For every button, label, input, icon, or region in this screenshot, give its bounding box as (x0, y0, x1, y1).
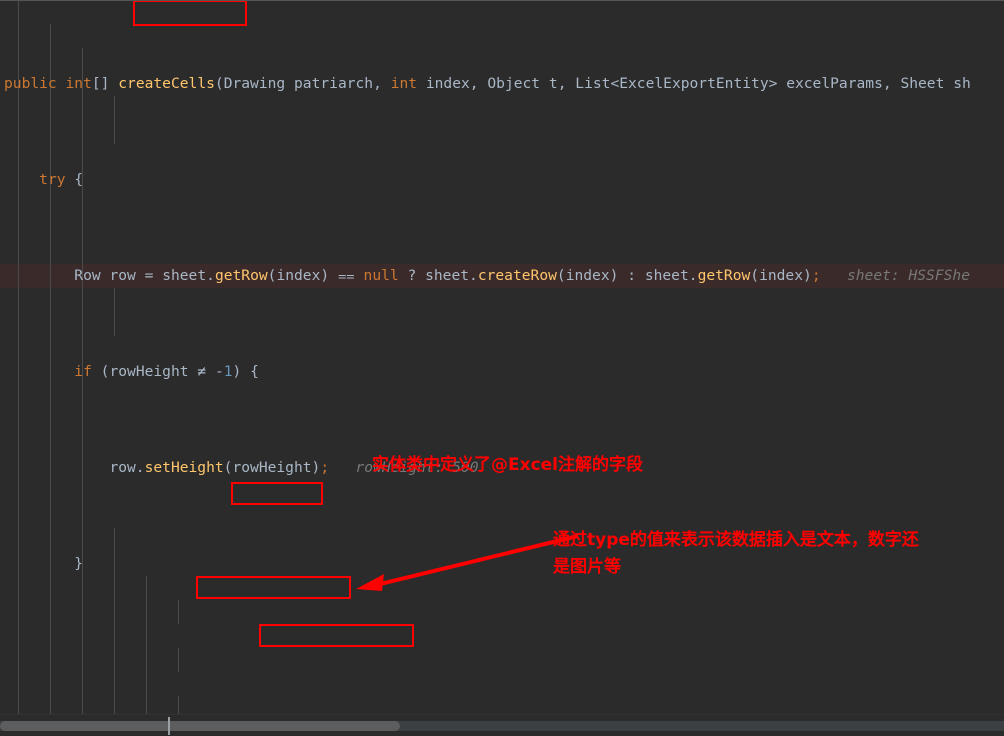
text-caret-marker (168, 717, 170, 735)
code-line-execution-point[interactable]: Row row = sheet.getRow(index) ⩵ null ? s… (0, 264, 1004, 288)
code-line[interactable]: public int[] createCells(Drawing patriar… (0, 72, 1004, 96)
scrollbar-thumb[interactable] (0, 721, 400, 731)
annotation-note-type-line2: 是图片等 (553, 557, 621, 577)
code-editor[interactable]: public int[] createCells(Drawing patriar… (0, 0, 1004, 736)
editor-top-border (0, 0, 1004, 1)
annotation-note-excel-field: 实体类中定义了@Excel注解的字段 (372, 455, 644, 475)
horizontal-scrollbar[interactable] (0, 714, 1004, 736)
code-line[interactable]: try { (0, 168, 1004, 192)
code-line[interactable]: } (0, 552, 1004, 576)
code-line[interactable] (0, 648, 1004, 672)
code-line[interactable]: if (rowHeight ≠ -1) { (0, 360, 1004, 384)
code-lines[interactable]: public int[] createCells(Drawing patriar… (0, 0, 1004, 736)
annotation-note-type-line1: 通过type的值来表示该数据插入是文本，数字还 (553, 530, 919, 550)
